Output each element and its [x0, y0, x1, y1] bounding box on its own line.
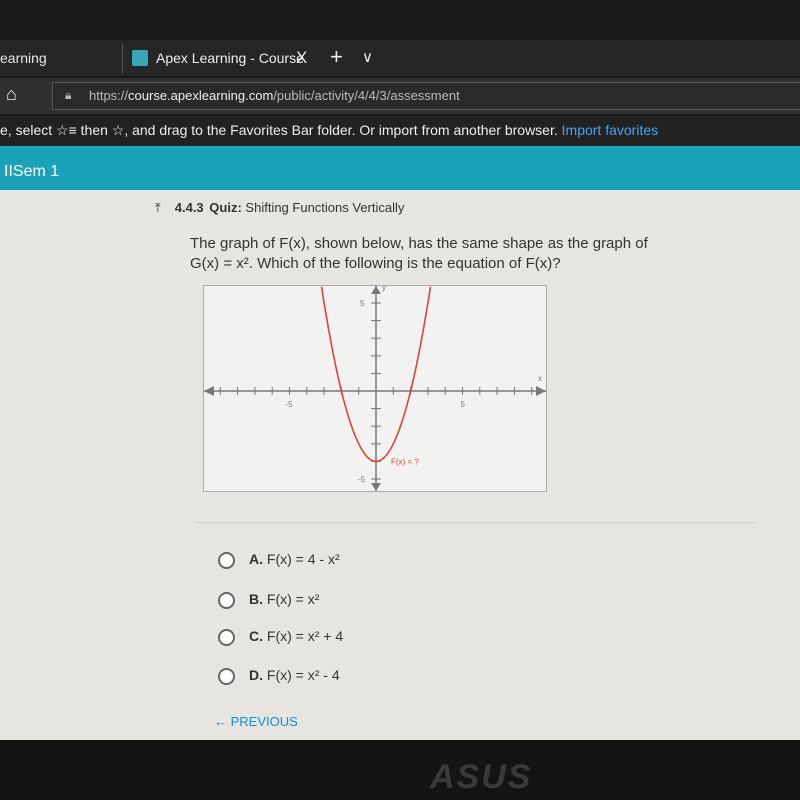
tab-menu-chevron-icon[interactable]: ∨ [362, 48, 373, 66]
radio-button[interactable] [218, 551, 235, 569]
radio-button[interactable] [218, 591, 235, 609]
tab-previous[interactable]: earning [0, 50, 47, 66]
url-text: https://course.apexlearning.com/public/a… [89, 88, 460, 103]
home-icon[interactable]: ⌂ [6, 84, 17, 105]
tab-divider [122, 44, 123, 74]
back-arrow-icon[interactable]: ⤒ [155, 200, 161, 215]
radio-button[interactable] [218, 628, 235, 646]
choice-d[interactable]: D. F(x) = x² - 4 [218, 667, 340, 685]
radio-button[interactable] [218, 667, 235, 685]
y-axis-arrow-up [371, 286, 381, 294]
apex-favicon-icon [132, 50, 148, 66]
tab-bar [0, 40, 800, 76]
y-tick-label: 5 [360, 299, 365, 308]
divider [195, 522, 755, 523]
y-axis-arrow-down [371, 483, 381, 491]
question-text: The graph of F(x), shown below, has the … [190, 235, 648, 272]
favorites-message: e, select ☆≡ then ☆, and drag to the Fav… [0, 122, 558, 138]
lock-icon: 🔒︎ [65, 88, 72, 102]
quiz-title: Shifting Functions Vertically [245, 200, 405, 215]
favorites-bar: e, select ☆≡ then ☆, and drag to the Fav… [0, 116, 800, 146]
tab-title: Apex Learning - Course [156, 50, 304, 66]
choice-b[interactable]: B. F(x) = x² [218, 591, 319, 609]
address-bar[interactable]: 🔒︎ https://course.apexlearning.com/publi… [52, 82, 800, 110]
x-tick-label: 5 [461, 400, 466, 409]
course-bar: IISem 1 [0, 146, 800, 190]
breadcrumb: ⤒ 4.4.3 Quiz: Shifting Functions Vertical… [155, 200, 405, 215]
x-axis-arrow-right [536, 386, 546, 396]
tab-active[interactable]: Apex Learning - Course X [130, 44, 320, 76]
monitor-bezel [0, 740, 800, 800]
choice-c[interactable]: C. F(x) = x² + 4 [218, 628, 343, 646]
parabola-plot: -5 5 5 -5 x y F(x) = ? [204, 283, 546, 491]
curve-label: F(x) = ? [391, 457, 419, 466]
asus-logo: ASUS [430, 758, 533, 796]
close-tab-button[interactable]: X [296, 48, 307, 68]
graph: -5 5 5 -5 x y F(x) = ? [203, 283, 547, 492]
previous-button[interactable]: ← PREVIOUS [214, 714, 298, 729]
y-axis-label: y [382, 286, 386, 292]
choice-a[interactable]: A. F(x) = 4 - x² [218, 551, 340, 569]
x-axis-arrow-left [204, 386, 214, 396]
import-favorites-link[interactable]: Import favorites [562, 122, 658, 138]
x-axis-label: x [538, 374, 542, 383]
course-title: IISem 1 [4, 163, 60, 180]
new-tab-button[interactable]: + [330, 44, 343, 70]
arrow-left-icon: ← [214, 714, 231, 729]
y-tick-label: -5 [358, 475, 366, 484]
x-tick-label: -5 [286, 400, 294, 409]
